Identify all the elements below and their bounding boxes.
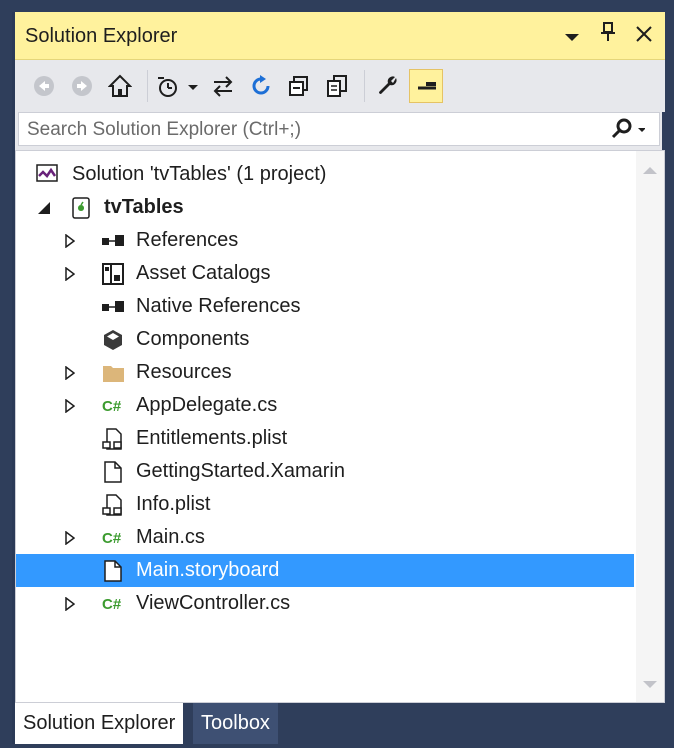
csharp-icon: C# [102,593,124,615]
folder-icon [102,362,124,384]
sync-icon[interactable] [206,69,240,103]
file-icon [102,559,124,582]
tree-item-label: Components [136,328,250,350]
tree-row-native-references[interactable]: Native References [16,290,634,323]
tree-row-references[interactable]: References [16,224,634,257]
tree-item-label: AppDelegate.cs [136,394,278,416]
expand-arrow-icon[interactable] [62,596,78,612]
search-icon[interactable] [611,118,646,145]
pin-icon[interactable] [597,22,619,49]
components-icon [102,329,124,351]
asset-catalog-icon [102,262,124,285]
close-icon[interactable] [633,23,655,49]
toolbar-separator [364,70,365,102]
search-box [18,112,660,147]
tree-row-appdelegate[interactable]: C# AppDelegate.cs [16,389,634,422]
collapse-all-icon[interactable] [282,69,316,103]
toolbar [15,60,665,112]
properties-wrench-icon[interactable] [371,69,405,103]
tree-row-resources[interactable]: Resources [16,356,634,389]
expand-arrow-icon[interactable] [62,398,78,414]
tree-row-main-storyboard[interactable]: Main.storyboard [16,554,634,587]
search-input[interactable] [25,113,609,147]
references-icon [102,230,124,252]
svg-text:C#: C# [102,530,122,547]
home-icon[interactable] [103,69,137,103]
solution-explorer-panel: Solution Explorer Search Solution Explor… [12,12,665,744]
title-bar: Solution Explorer [15,12,665,60]
solution-tree: Solution 'tvTables' (1 project) tvTables… [15,150,665,703]
tree-item-label: Resources [136,361,232,383]
scroll-up-arrow-icon[interactable] [643,167,657,174]
tab-toolbox[interactable]: Toolbox [193,703,278,744]
bottom-tab-strip: Solution Explorer Toolbox [15,703,665,744]
scroll-down-arrow-icon[interactable] [643,681,657,688]
tree-item-label: ViewController.cs [136,592,291,614]
expand-arrow-icon[interactable] [62,266,78,282]
tree-item-label: Asset Catalogs [136,262,271,284]
tree-row-solution[interactable]: Solution 'tvTables' (1 project) [16,158,634,191]
refresh-icon[interactable] [244,69,278,103]
file-icon [102,460,124,483]
tree-row-gettingstarted[interactable]: GettingStarted.Xamarin [16,455,634,488]
tree-item-label: Main.cs [136,526,205,548]
copy-icon[interactable] [320,69,354,103]
tree-item-label: Info.plist [136,493,211,515]
svg-text:C#: C# [102,398,122,415]
tree-row-info-plist[interactable]: Info.plist [16,488,634,521]
expand-arrow-icon[interactable] [62,233,78,249]
tree-item-label: Main.storyboard [136,559,280,581]
references-icon [102,296,124,318]
chevron-down-icon[interactable] [561,23,583,49]
history-icon[interactable] [154,69,202,103]
toolbar-separator [147,70,148,102]
tree-item-label: GettingStarted.Xamarin [136,460,345,482]
project-icon [70,196,92,219]
tree-row-asset-catalogs[interactable]: Asset Catalogs [16,257,634,290]
tree-row-main-cs[interactable]: C# Main.cs [16,521,634,554]
solution-label: Solution 'tvTables' (1 project) [72,163,327,185]
back-icon[interactable] [27,69,61,103]
collapse-arrow-icon[interactable] [36,200,52,216]
plist-icon [102,493,124,516]
tree-row-viewcontroller[interactable]: C# ViewController.cs [16,587,634,620]
tree-row-components[interactable]: Components [16,323,634,356]
tree-item-label: References [136,229,239,251]
expand-arrow-icon[interactable] [62,365,78,381]
panel-title: Solution Explorer [25,25,178,47]
forward-icon[interactable] [65,69,99,103]
tree-row-project[interactable]: tvTables [16,191,634,224]
tree-item-label: Native References [136,295,301,317]
plist-icon [102,427,124,450]
tree-row-entitlements[interactable]: Entitlements.plist [16,422,634,455]
tab-solution-explorer[interactable]: Solution Explorer [15,703,184,744]
expand-arrow-icon[interactable] [62,530,78,546]
csharp-icon: C# [102,395,124,417]
vertical-scrollbar[interactable] [636,151,664,702]
svg-text:C#: C# [102,596,122,613]
preview-icon[interactable] [409,69,443,103]
project-label: tvTables [104,196,184,218]
solution-icon [36,163,58,186]
tree-item-label: Entitlements.plist [136,427,288,449]
csharp-icon: C# [102,527,124,549]
